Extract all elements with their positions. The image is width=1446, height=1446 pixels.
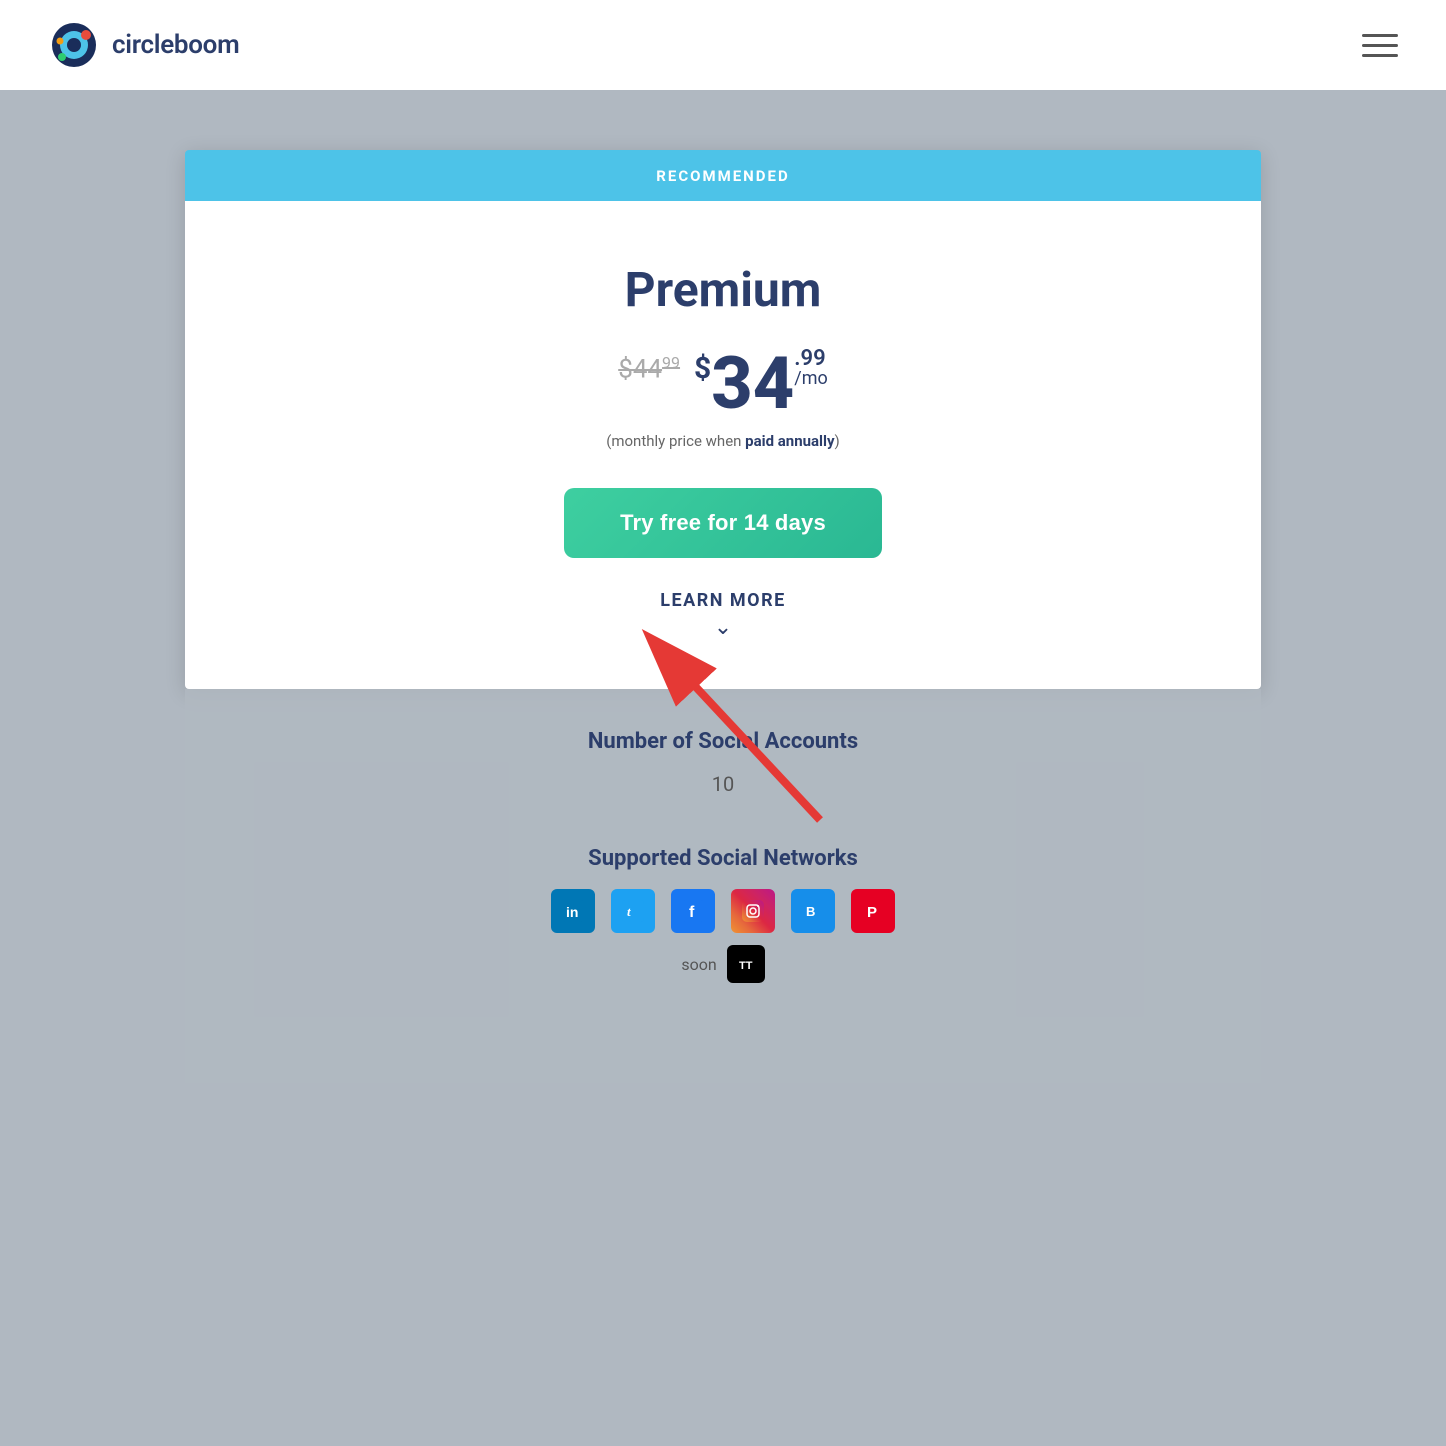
hamburger-line-1 [1362, 34, 1398, 37]
price-period: /mo [794, 370, 827, 388]
facebook-icon: f [671, 889, 715, 933]
twitter-icon: t [611, 889, 655, 933]
try-free-button[interactable]: Try free for 14 days [564, 488, 882, 558]
social-accounts-label: Number of Social Accounts [225, 729, 1221, 754]
price-cents-period: .99 /mo [794, 348, 827, 388]
price-note: (monthly price when paid annually) [606, 432, 840, 450]
hamburger-line-3 [1362, 54, 1398, 57]
features-section: Number of Social Accounts 10 Supported S… [185, 689, 1261, 1083]
logo-area: circleboom [48, 19, 239, 71]
svg-text:t: t [627, 904, 631, 919]
tiktok-icon: TT [727, 945, 765, 983]
recommended-label: RECOMMENDED [656, 167, 789, 185]
recommended-banner: RECOMMENDED [185, 150, 1261, 201]
new-price: $ 34 .99 /mo [694, 348, 828, 420]
old-price: $4499 [618, 353, 680, 385]
buffer-icon: B [791, 889, 835, 933]
plan-name: Premium [625, 261, 822, 318]
hamburger-line-2 [1362, 44, 1398, 47]
instagram-icon [731, 889, 775, 933]
soon-text: soon [681, 955, 716, 974]
pricing-card: RECOMMENDED Premium $4499 $ 34 .99 /mo [185, 150, 1261, 689]
navbar: circleboom [0, 0, 1446, 90]
svg-text:TT: TT [739, 960, 753, 972]
hamburger-menu[interactable] [1362, 34, 1398, 57]
price-row: $4499 $ 34 .99 /mo [618, 348, 828, 420]
svg-text:P: P [867, 904, 877, 921]
logo-text: circleboom [112, 30, 239, 60]
linkedin-icon: in [551, 889, 595, 933]
social-networks-feature: Supported Social Networks in t f [225, 846, 1221, 983]
soon-row: soon TT [225, 945, 1221, 983]
pinterest-icon: P [851, 889, 895, 933]
social-accounts-value: 10 [225, 772, 1221, 796]
page-background: RECOMMENDED Premium $4499 $ 34 .99 /mo [0, 90, 1446, 1163]
social-accounts-feature: Number of Social Accounts 10 [225, 729, 1221, 796]
price-main-number: 34 [711, 348, 794, 420]
social-icons-row: in t f B P [225, 889, 1221, 933]
chevron-down-icon: ⌄ [714, 617, 732, 639]
svg-text:in: in [566, 904, 578, 920]
learn-more-link[interactable]: LEARN MORE ⌄ [660, 590, 786, 639]
price-cents: .99 [794, 348, 827, 370]
price-dollar-sign: $ [694, 354, 711, 384]
social-networks-label: Supported Social Networks [225, 846, 1221, 871]
learn-more-text: LEARN MORE [660, 590, 786, 611]
svg-text:f: f [689, 904, 695, 921]
pricing-card-body: Premium $4499 $ 34 .99 /mo (monthly pric… [185, 201, 1261, 689]
logo-icon [48, 19, 100, 71]
svg-text:B: B [806, 904, 815, 919]
